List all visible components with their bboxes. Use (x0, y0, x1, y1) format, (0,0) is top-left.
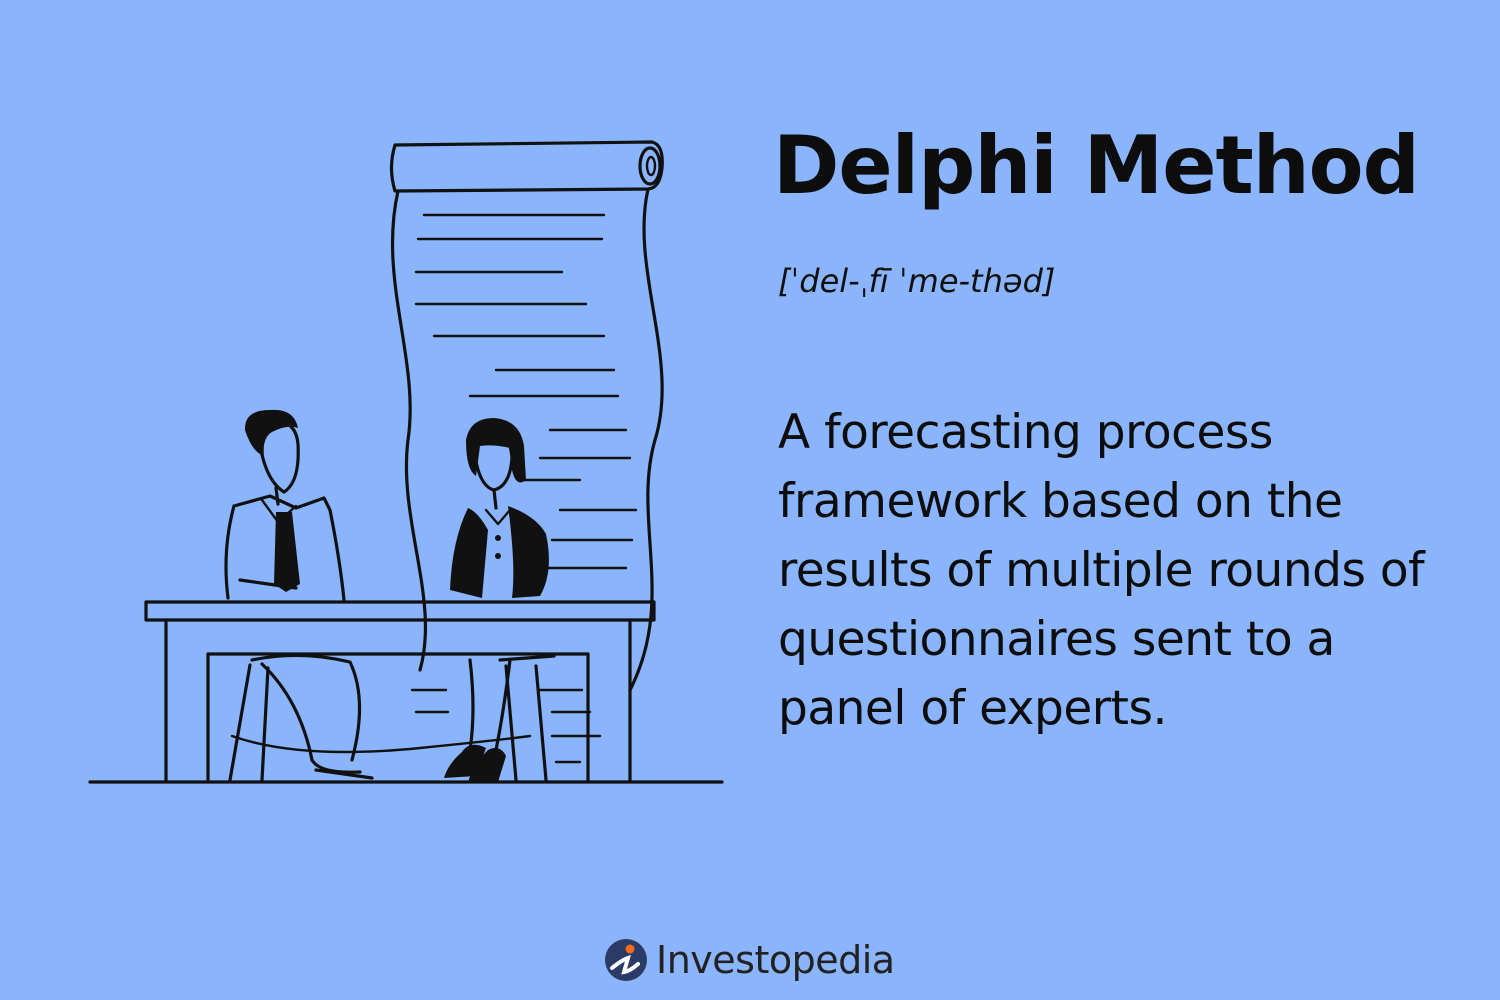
man-figure-icon (224, 409, 374, 782)
brand-name: Investopedia (656, 938, 895, 982)
definition-text: A forecasting process framework based on… (778, 405, 1425, 736)
page-title: Delphi Method (773, 119, 1420, 212)
infographic-canvas: Delphi Method [ˈdel-ˌfī ˈme-thəd] A fore… (0, 0, 1500, 1000)
woman-figure-icon (444, 418, 556, 782)
meeting-illustration (88, 140, 724, 784)
pronunciation: [ˈdel-ˌfī ˈme-thəd] (778, 262, 1056, 300)
investopedia-logo-icon (605, 939, 647, 981)
scroll-document-icon (389, 140, 664, 764)
brand-logo: Investopedia (604, 934, 895, 986)
